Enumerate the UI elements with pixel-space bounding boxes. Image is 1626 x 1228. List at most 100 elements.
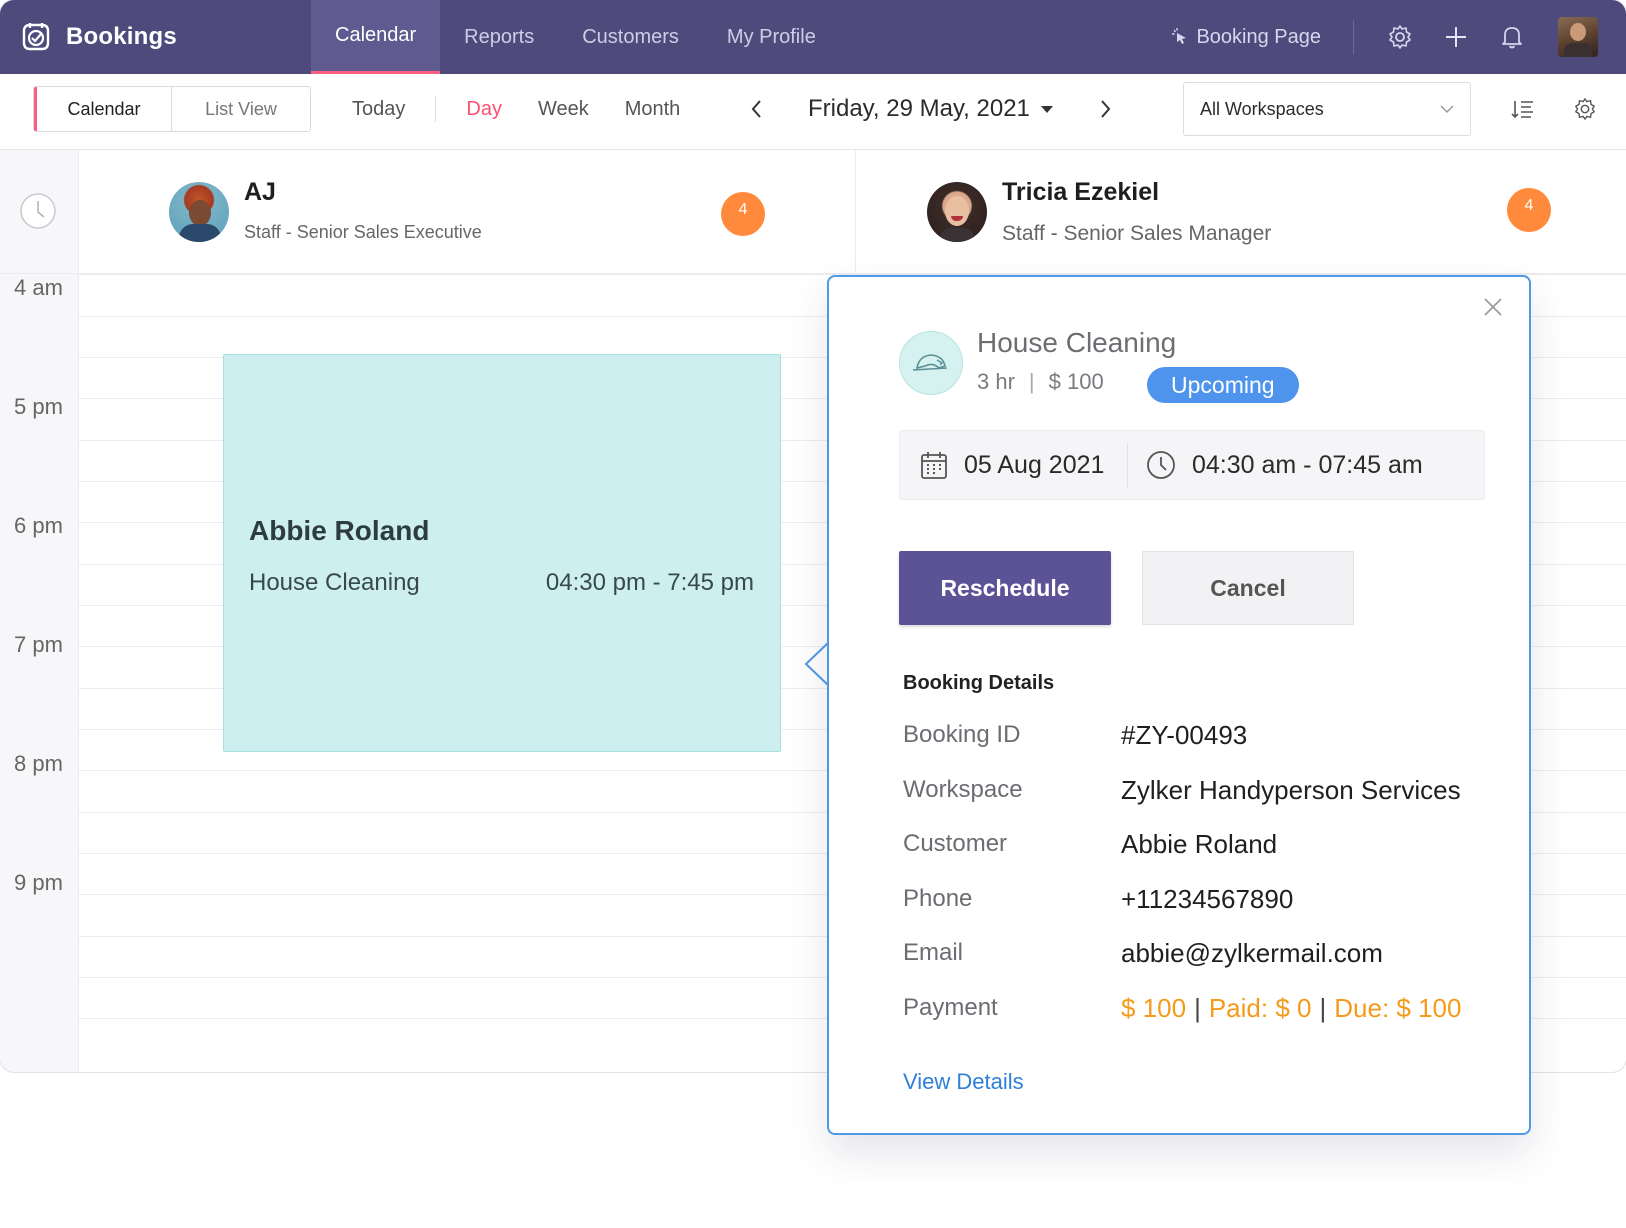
detail-key: Workspace	[903, 776, 1023, 803]
chevron-right-icon[interactable]	[1098, 98, 1112, 120]
staff-role: Staff - Senior Sales Executive	[244, 222, 482, 242]
day-view-button[interactable]: Day	[466, 98, 502, 121]
payment-total: $ 100	[1121, 992, 1187, 1023]
time-column-header	[0, 150, 79, 274]
nav-tab-my-profile[interactable]: My Profile	[703, 0, 840, 74]
cursor-click-icon	[1172, 28, 1187, 44]
clock-icon	[20, 193, 56, 229]
detail-row-email: Email abbie@zylkermail.com	[903, 936, 1383, 970]
detail-key: Booking ID	[903, 721, 1021, 748]
staff-avatar	[927, 182, 987, 242]
booking-page-link[interactable]: Booking Page	[1170, 20, 1354, 54]
booking-date-cell: 05 Aug 2021	[900, 443, 1128, 487]
view-switcher: Calendar List View	[33, 86, 311, 132]
booking-time-cell: 04:30 am - 07:45 am	[1128, 450, 1423, 480]
main-nav: Calendar Reports Customers My Profile	[311, 0, 840, 74]
payment-values: $ 100 | Paid: $ 0 | Due: $ 100	[1121, 993, 1461, 1024]
calendar-icon	[921, 452, 947, 479]
nav-tab-calendar[interactable]: Calendar	[311, 0, 441, 74]
workspace-select[interactable]: All Workspaces	[1183, 82, 1471, 136]
detail-value: #ZY-00493	[1121, 719, 1248, 750]
top-navigation-bar: Bookings Calendar Reports Customers My P…	[0, 0, 1626, 74]
settings-icon	[1575, 98, 1595, 120]
notifications-button[interactable]	[1484, 0, 1540, 74]
booking-time-range: 04:30 am - 07:45 am	[1192, 450, 1423, 479]
booking-count-badge: 4	[721, 192, 765, 236]
staff-column-header[interactable]: Tricia Ezekiel Staff - Senior Sales Mana…	[855, 150, 1626, 274]
nav-tab-reports[interactable]: Reports	[440, 0, 558, 74]
clock-icon	[1147, 451, 1175, 479]
event-time: 04:30 pm - 7:45 pm	[545, 569, 754, 596]
payment-paid: Paid: $ 0	[1208, 992, 1312, 1023]
staff-name: Tricia Ezekiel	[1002, 178, 1160, 206]
detail-value: Abbie Roland	[1121, 828, 1278, 859]
detail-key: Payment	[903, 994, 998, 1021]
detail-key: Email	[903, 939, 964, 966]
service-icon	[899, 331, 963, 395]
hour-label: 9 pm	[14, 870, 63, 895]
caret-down-icon[interactable]	[1040, 104, 1054, 114]
detail-row-phone: Phone +11234567890	[903, 882, 1293, 916]
date-navigator: Friday, 29 May, 2021	[750, 86, 1112, 132]
calendar-settings-button[interactable]	[1570, 94, 1600, 124]
hour-label: 4 am	[14, 275, 63, 300]
sort-lines-icon	[1511, 101, 1533, 119]
detail-value: abbie@zylkermail.com	[1121, 937, 1383, 968]
detail-key: Customer	[903, 830, 1008, 857]
app-name: Bookings	[66, 23, 177, 50]
month-view-button[interactable]: Month	[625, 98, 681, 121]
user-avatar[interactable]	[1558, 17, 1598, 57]
hour-label: 7 pm	[14, 632, 63, 657]
chevron-left-icon[interactable]	[750, 98, 764, 120]
booking-event-block[interactable]: Abbie Roland House Cleaning 04:30 pm - 7…	[223, 354, 781, 752]
staff-column-header[interactable]: AJ Staff - Senior Sales Executive 4	[79, 150, 855, 274]
staff-name: AJ	[244, 178, 276, 206]
service-price: $ 100	[1048, 369, 1104, 394]
list-view-button[interactable]: List View	[172, 87, 310, 131]
workspace-select-value: All Workspaces	[1200, 98, 1324, 119]
detail-row-customer: Customer Abbie Roland	[903, 827, 1277, 861]
service-meta: 3 hr | $ 100	[977, 369, 1104, 395]
top-right-actions: Booking Page	[1170, 0, 1626, 74]
brand[interactable]: Bookings	[18, 18, 177, 56]
bookings-logo-icon	[22, 23, 50, 51]
detail-value: +11234567890	[1121, 883, 1294, 914]
detail-row-booking-id: Booking ID #ZY-00493	[903, 718, 1247, 752]
add-button[interactable]	[1428, 0, 1484, 74]
staff-avatar	[169, 182, 229, 242]
service-duration: 3 hr	[977, 369, 1015, 394]
detail-key: Phone	[903, 885, 973, 912]
calendar-view-button[interactable]: Calendar	[34, 87, 172, 131]
calendar-toolbar: Calendar List View Today Day Week Month …	[0, 74, 1626, 150]
event-service: House Cleaning	[249, 569, 420, 596]
event-customer-name: Abbie Roland	[249, 515, 430, 546]
meta-separator: |	[1028, 369, 1035, 394]
nav-tab-customers[interactable]: Customers	[558, 0, 703, 74]
sort-button[interactable]	[1508, 94, 1538, 124]
detail-value: Zylker Handyperson Services	[1121, 774, 1461, 805]
view-details-link[interactable]: View Details	[903, 1069, 1024, 1095]
close-icon[interactable]	[1481, 295, 1505, 319]
status-badge: Upcoming	[1147, 367, 1299, 403]
detail-row-payment: Payment $ 100 | Paid: $ 0 | Due: $ 100	[903, 991, 1461, 1025]
cleaning-cap-icon	[912, 354, 948, 371]
week-view-button[interactable]: Week	[538, 98, 589, 121]
hour-label: 5 pm	[14, 394, 63, 419]
booking-details-popup: House Cleaning 3 hr | $ 100 Upcoming 05 …	[827, 275, 1531, 1135]
settings-icon	[1389, 25, 1411, 49]
payment-due: Due: $ 100	[1334, 992, 1462, 1023]
settings-button[interactable]	[1372, 0, 1428, 74]
booking-page-label: Booking Page	[1196, 25, 1321, 48]
booking-details-title: Booking Details	[903, 672, 1055, 694]
booking-date-time: 05 Aug 2021 04:30 am - 07:45 am	[899, 430, 1485, 500]
reschedule-button[interactable]: Reschedule	[899, 551, 1111, 625]
detail-row-workspace: Workspace Zylker Handyperson Services	[903, 773, 1461, 807]
today-button[interactable]: Today	[352, 98, 405, 121]
hour-label: 6 pm	[14, 513, 63, 538]
current-date[interactable]: Friday, 29 May, 2021	[808, 95, 1030, 123]
period-selector: Today Day Week Month	[352, 86, 716, 132]
staff-role: Staff - Senior Sales Manager	[1002, 222, 1272, 245]
payment-separator: |	[1194, 992, 1201, 1023]
cancel-button[interactable]: Cancel	[1142, 551, 1354, 625]
chevron-down-icon	[1440, 105, 1454, 114]
